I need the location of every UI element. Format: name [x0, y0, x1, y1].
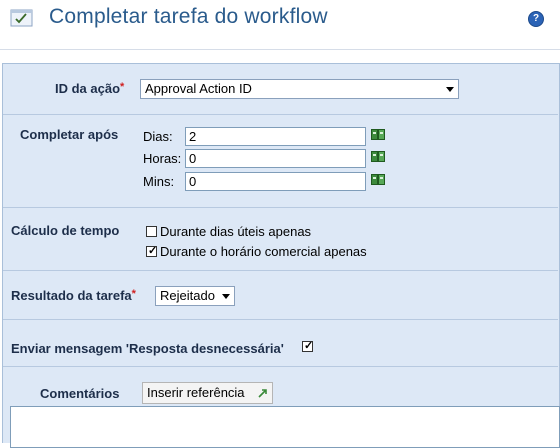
comments-label: Comentários — [40, 386, 120, 401]
business-days-label: Durante dias úteis apenas — [160, 224, 312, 239]
page-header: Completar tarefa do workflow ? — [0, 0, 560, 50]
hours-input[interactable]: 0 — [185, 149, 366, 168]
required-mark: * — [120, 81, 125, 93]
business-days-checkbox[interactable] — [146, 226, 157, 237]
business-hours-label: Durante o horário comercial apenas — [160, 244, 367, 259]
check-icon: ✓ — [304, 340, 314, 352]
page-title: Completar tarefa do workflow — [49, 5, 328, 28]
action-id-label-text: ID da ação — [55, 81, 121, 96]
business-hours-checkbox[interactable]: ✓ — [146, 246, 157, 257]
days-label: Dias: — [143, 129, 173, 144]
chevron-down-icon — [222, 294, 230, 299]
send-message-checkbox[interactable]: ✓ — [302, 341, 313, 352]
time-calc-label: Cálculo de tempo — [11, 223, 120, 238]
divider — [3, 114, 558, 115]
days-input[interactable]: 2 — [185, 127, 366, 146]
hours-label: Horas: — [143, 151, 182, 166]
divider — [3, 366, 558, 367]
help-icon[interactable]: ? — [528, 11, 544, 27]
action-id-select[interactable]: Approval Action ID — [140, 79, 459, 99]
chevron-down-icon — [446, 87, 454, 92]
checklist-icon — [10, 9, 33, 27]
task-result-value: Rejeitado — [160, 288, 215, 303]
mins-input[interactable]: 0 — [185, 172, 366, 191]
book-picker-icon[interactable] — [371, 129, 386, 141]
divider — [3, 207, 558, 208]
book-picker-icon[interactable] — [371, 174, 386, 186]
book-picker-icon[interactable] — [371, 151, 386, 163]
action-id-value: Approval Action ID — [145, 81, 252, 96]
task-result-label-text: Resultado da tarefa — [11, 288, 132, 303]
check-icon: ✓ — [148, 245, 158, 257]
insert-reference-button[interactable]: Inserir referência — [142, 382, 273, 404]
arrow-up-right-icon — [258, 389, 267, 398]
task-result-select[interactable]: Rejeitado — [155, 286, 235, 306]
complete-after-label: Completar após — [20, 127, 119, 142]
send-message-label: Enviar mensagem 'Resposta desnecessária' — [11, 341, 284, 356]
divider — [3, 319, 558, 320]
mins-label: Mins: — [143, 174, 175, 189]
required-mark: * — [131, 288, 136, 300]
divider — [3, 270, 558, 271]
insert-reference-label: Inserir referência — [147, 385, 245, 400]
action-id-label: ID da ação* — [55, 81, 124, 96]
task-result-label: Resultado da tarefa* — [11, 288, 136, 303]
